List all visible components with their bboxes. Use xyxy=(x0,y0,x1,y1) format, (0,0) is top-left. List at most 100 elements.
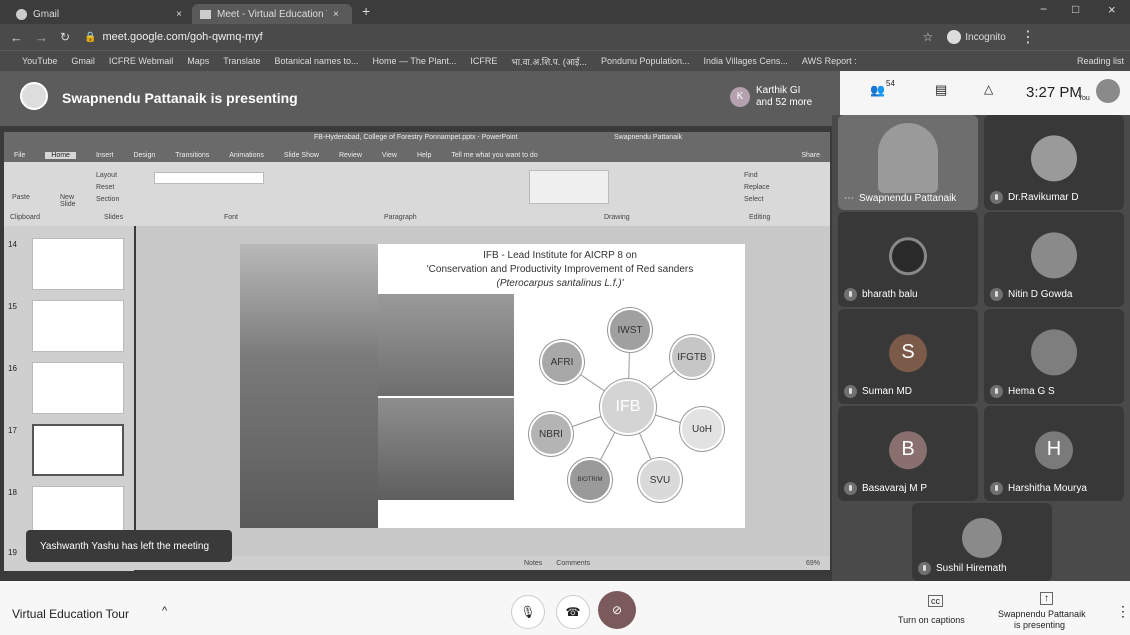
slide-title-line3: (Pterocarpus santalinus L.f.)' xyxy=(496,278,624,289)
bookmark-item[interactable]: Maps xyxy=(187,56,209,66)
comments-button[interactable]: Comments xyxy=(556,560,590,567)
participant-name: Hema G S xyxy=(1008,386,1055,397)
url-field[interactable]: meet.google.com/goh-qwmq-myf xyxy=(103,31,923,43)
meet-bottom-bar: Virtual Education Tour ^ 🎙 ☎ ⊘ cc Turn o… xyxy=(0,581,1130,635)
activities-icon[interactable]: △ xyxy=(984,82,993,96)
people-icon[interactable]: 👥 xyxy=(870,83,885,97)
slide-thumbnail[interactable] xyxy=(32,362,124,414)
slide-thumbnail[interactable] xyxy=(32,300,124,352)
ppt-titlebar: FB-Hyderabad, College of Forestry Ponnam… xyxy=(4,132,830,148)
participant-avatar xyxy=(1031,134,1077,181)
ppt-share[interactable]: Share xyxy=(801,152,830,159)
participant-tile[interactable]: Sushil Hiremath xyxy=(912,503,1052,581)
tab-gmail[interactable]: Gmail × xyxy=(8,4,190,24)
minimize-icon[interactable]: − xyxy=(1040,2,1047,16)
close-window-icon[interactable]: × xyxy=(1108,2,1116,17)
bookmark-item[interactable]: Pondunu Population... xyxy=(601,56,690,66)
ppt-tab[interactable]: Review xyxy=(339,152,362,159)
participant-tile[interactable]: bharath balu xyxy=(838,212,978,307)
bookmark-item[interactable]: भा.वा.अ.शि.प. (आई... xyxy=(511,55,587,68)
hub-center: IFB xyxy=(600,379,656,435)
bookmark-item[interactable]: Translate xyxy=(223,56,260,66)
others-avatar: K xyxy=(730,87,750,107)
notes-button[interactable]: Notes xyxy=(524,560,542,567)
group-label: Clipboard xyxy=(10,214,40,221)
ppt-tab-row: File Home Insert Design Transitions Anim… xyxy=(4,148,830,162)
ppt-tab[interactable]: Animations xyxy=(229,152,264,159)
ppt-tab[interactable]: Insert xyxy=(96,152,114,159)
new-slide-button[interactable]: New Slide xyxy=(60,194,86,208)
ppt-tab[interactable]: Help xyxy=(417,152,431,159)
find-button[interactable]: Find xyxy=(744,172,758,179)
reset-button[interactable]: Reset xyxy=(96,184,114,191)
ppt-tab[interactable]: Home xyxy=(45,151,76,159)
leave-call-button[interactable]: ☎ xyxy=(556,595,590,629)
meeting-title[interactable]: Virtual Education Tour xyxy=(12,607,129,621)
maximize-icon[interactable]: □ xyxy=(1072,2,1079,16)
hub-node: IFGTB xyxy=(670,335,714,379)
reload-icon[interactable]: ↻ xyxy=(60,30,70,44)
camera-off-button[interactable]: ⊘ xyxy=(598,591,636,629)
more-options-icon[interactable]: ⋮ xyxy=(1116,603,1130,620)
menu-icon[interactable]: ⋮ xyxy=(1020,27,1036,47)
participant-tile[interactable]: B Basavaraj M P xyxy=(838,406,978,501)
bookmark-item[interactable]: Botanical names to... xyxy=(274,56,358,66)
lock-icon: 🔒 xyxy=(84,31,97,43)
close-tab-icon[interactable]: × xyxy=(333,9,339,20)
presenting-button-line1[interactable]: Swapnendu Pattanaik xyxy=(998,609,1086,619)
bookmark-item[interactable]: YouTube xyxy=(22,56,57,66)
ppt-tab[interactable]: File xyxy=(14,152,25,159)
slide[interactable]: IFB - Lead Institute for AICRP 8 on 'Con… xyxy=(240,244,745,528)
star-icon[interactable]: ☆ xyxy=(923,30,934,44)
participant-avatar xyxy=(889,236,927,275)
present-icon[interactable]: ↑ xyxy=(1040,592,1053,605)
close-tab-icon[interactable]: × xyxy=(176,9,182,20)
participant-tile[interactable]: Dr.Ravikumar D xyxy=(984,115,1124,210)
font-box[interactable] xyxy=(154,172,264,184)
more-options-icon[interactable]: ⋯ xyxy=(844,193,854,204)
mic-button[interactable]: 🎙 xyxy=(511,595,545,629)
participant-video xyxy=(878,123,938,193)
chat-icon[interactable]: ▤ xyxy=(935,82,947,98)
back-icon[interactable]: ← xyxy=(10,30,23,45)
forward-icon[interactable]: → xyxy=(35,30,48,45)
slide-title-line2: 'Conservation and Productivity Improveme… xyxy=(426,264,694,275)
new-tab-icon[interactable]: + xyxy=(362,3,370,19)
participant-tile[interactable]: H Harshitha Mourya xyxy=(984,406,1124,501)
ppt-tab[interactable]: Slide Show xyxy=(284,152,319,159)
ppt-tab[interactable]: Design xyxy=(133,152,155,159)
participant-name: Dr.Ravikumar D xyxy=(1008,192,1079,203)
bookmark-item[interactable]: ICFRE xyxy=(470,56,497,66)
presenting-label: Swapnendu Pattanaik is presenting xyxy=(62,90,298,106)
reading-list[interactable]: Reading list xyxy=(1077,56,1130,66)
hub-node: SVU xyxy=(638,458,682,502)
slide-thumbnail[interactable] xyxy=(32,238,124,290)
participant-tile[interactable]: Hema G S xyxy=(984,309,1124,404)
section-button[interactable]: Section xyxy=(96,196,119,203)
replace-button[interactable]: Replace xyxy=(744,184,770,191)
paste-button[interactable]: Paste xyxy=(12,194,30,201)
slide-thumbnail-selected[interactable] xyxy=(32,424,124,476)
participant-tile[interactable]: ⋯ Swapnendu Pattanaik xyxy=(838,115,978,210)
ppt-tell-me[interactable]: Tell me what you want to do xyxy=(451,152,537,159)
hub-node: IWST xyxy=(608,308,652,352)
incognito-label: Incognito xyxy=(965,31,1006,43)
ppt-tab[interactable]: View xyxy=(382,152,397,159)
captions-button[interactable]: Turn on captions xyxy=(898,615,965,625)
bookmark-item[interactable]: AWS Report : xyxy=(802,56,857,66)
bookmark-item[interactable]: India Villages Cens... xyxy=(704,56,788,66)
bookmark-item[interactable]: Home — The Plant... xyxy=(373,56,457,66)
chevron-up-icon[interactable]: ^ xyxy=(162,605,167,617)
shapes-gallery[interactable] xyxy=(529,170,609,204)
bookmark-item[interactable]: Gmail xyxy=(71,56,95,66)
bookmark-item[interactable]: ICFRE Webmail xyxy=(109,56,173,66)
captions-icon[interactable]: cc xyxy=(928,595,943,607)
participant-tile[interactable]: S Suman MD xyxy=(838,309,978,404)
ppt-tab[interactable]: Transitions xyxy=(175,152,209,159)
layout-button[interactable]: Layout xyxy=(96,172,117,179)
select-button[interactable]: Select xyxy=(744,196,763,203)
incognito-icon[interactable] xyxy=(947,30,962,44)
participant-tile[interactable]: Nitin D Gowda xyxy=(984,212,1124,307)
hub-node: UoH xyxy=(680,407,724,451)
tab-meet[interactable]: Meet - Virtual Education Tou × xyxy=(192,4,352,24)
